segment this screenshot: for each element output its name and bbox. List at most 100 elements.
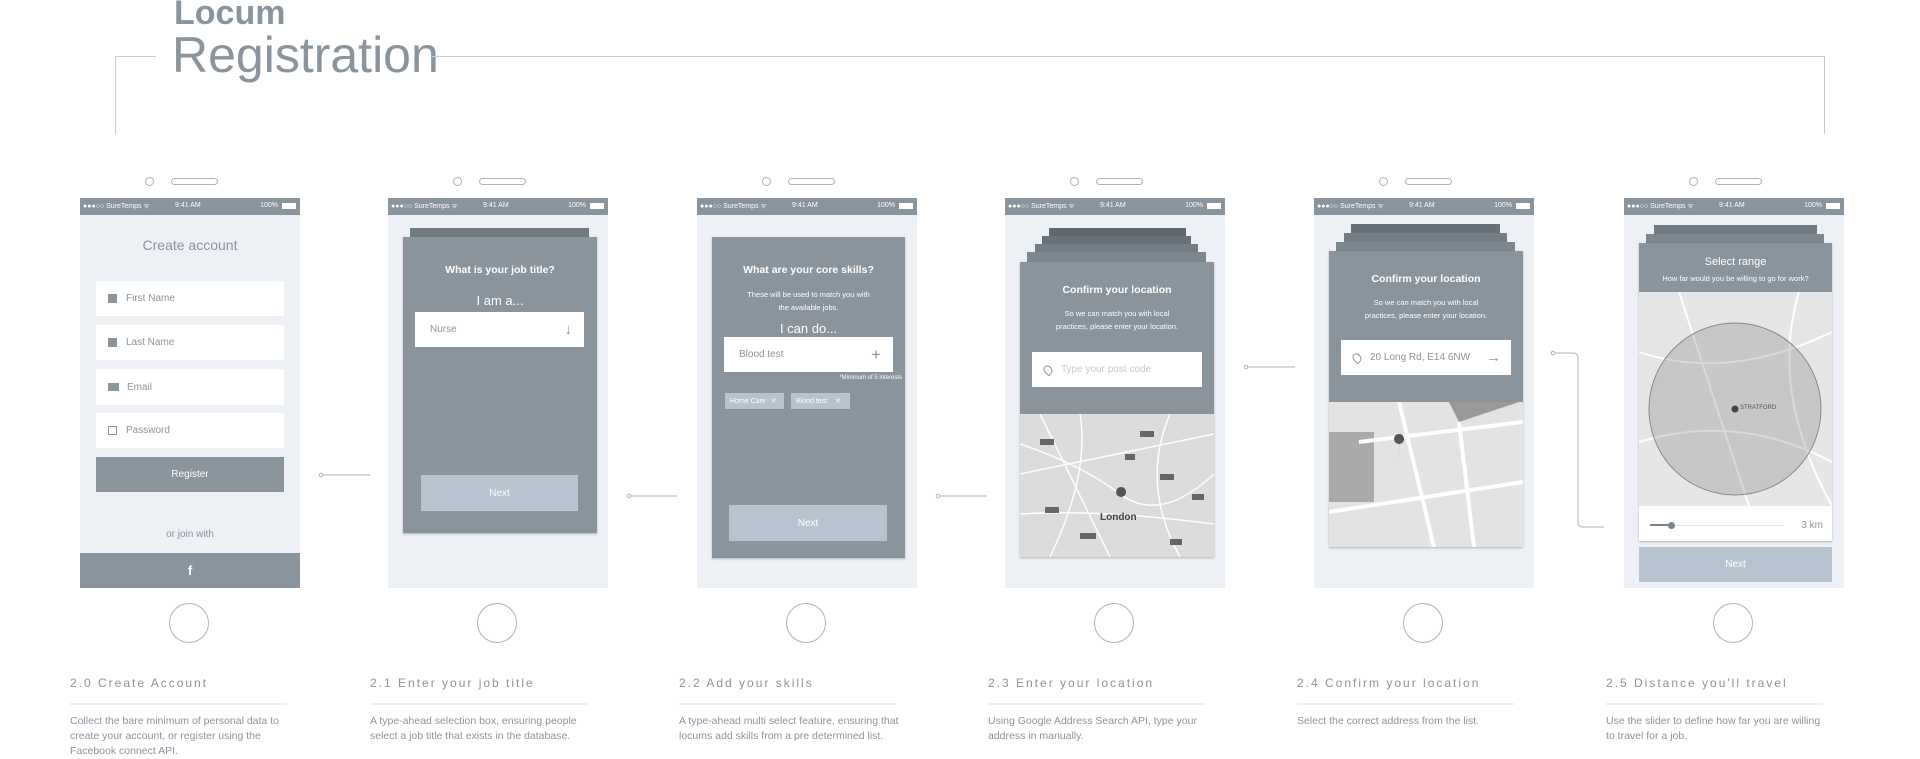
camera: [453, 177, 462, 186]
battery-icon: [1516, 203, 1530, 209]
camera: [1070, 177, 1079, 186]
camera: [145, 177, 154, 186]
slider-handle[interactable]: [1667, 522, 1675, 529]
email-field[interactable]: Email: [96, 369, 284, 405]
lock-icon: [108, 426, 117, 435]
status-bar: ●●●○○ SureTemps ᯤ 9:41 AM 100%: [697, 198, 917, 215]
speaker: [1096, 178, 1143, 185]
battery-level: 100%: [1804, 202, 1822, 209]
home-button[interactable]: [1403, 603, 1443, 643]
next-button[interactable]: Next: [421, 475, 578, 511]
battery-level: 100%: [1494, 202, 1512, 209]
card-title: Select range: [1704, 256, 1767, 268]
arrow-down-icon: ↓: [564, 321, 573, 338]
map-label: STRATFORD: [1740, 405, 1777, 411]
register-button[interactable]: Register: [96, 457, 284, 492]
password-field[interactable]: Password: [96, 413, 284, 448]
carrier: ●●●○○ SureTemps ᯤ: [83, 203, 150, 210]
map-street[interactable]: [1329, 402, 1523, 547]
battery-icon: [1207, 203, 1221, 209]
speaker: [479, 178, 526, 185]
camera: [762, 177, 771, 186]
card-stack: [1344, 233, 1507, 242]
card-title: Confirm your location: [1371, 273, 1481, 285]
battery-icon: [282, 203, 296, 209]
speaker: [171, 178, 218, 185]
job-card: What is your job title? I am a... Nurse ↓…: [403, 237, 597, 533]
placeholder: Last Name: [126, 337, 175, 348]
facebook-button[interactable]: f: [80, 553, 300, 588]
step-title: 2.1 Enter your job title: [370, 676, 535, 690]
address-value: 20 Long Rd, E14 6NW: [1370, 352, 1471, 363]
screen: ●●●○○ SureTemps ᯤ 9:41 AM 100% Confirm you…: [1005, 198, 1225, 588]
carrier: ●●●○○ SureTemps ᯤ: [1317, 203, 1384, 210]
battery-level: 100%: [568, 202, 586, 209]
first-name-field[interactable]: First Name: [96, 281, 284, 316]
step-text: Select the correct address from the list…: [1297, 715, 1480, 727]
placeholder: Email: [127, 381, 153, 393]
battery-level: 100%: [260, 202, 278, 209]
map-range[interactable]: STRATFORD: [1639, 292, 1832, 506]
divider: [70, 703, 287, 705]
remove-icon[interactable]: ✕: [835, 397, 841, 405]
arrow-right-icon[interactable]: →: [1486, 349, 1501, 366]
map-roads: [1329, 402, 1523, 547]
home-button[interactable]: [477, 603, 517, 643]
divider: [1606, 703, 1823, 705]
status-bar: ●●●○○ SureTemps ᯤ 9:41 AM 100%: [1624, 198, 1844, 215]
phone-create-account: ●●●○○ SureTemps ᯤ 9:41 AM 100% Create acco…: [80, 0, 300, 754]
home-button[interactable]: [1094, 603, 1134, 643]
plus-icon[interactable]: +: [871, 345, 881, 365]
step-text: Using Google Address Search API, type yo…: [988, 715, 1197, 742]
phone-skills: ●●●○○ SureTemps ᯤ 9:41 AM 100% What are yo…: [697, 0, 917, 754]
location-card: Confirm your location So we can match yo…: [1020, 262, 1214, 557]
time: 9:41 AM: [483, 202, 509, 209]
remove-icon[interactable]: ✕: [771, 397, 777, 405]
range-value: 3 km: [1801, 520, 1823, 531]
battery-icon: [590, 203, 604, 209]
status-bar: ●●●○○ SureTemps ᯤ 9:41 AM 100%: [1314, 198, 1534, 215]
camera: [1689, 177, 1698, 186]
screen: ●●●○○ SureTemps ᯤ 9:41 AM 100% Create acco…: [80, 198, 300, 588]
step-text: A type-ahead multi select feature, ensur…: [679, 715, 899, 742]
home-button[interactable]: [169, 603, 209, 643]
time: 9:41 AM: [792, 202, 818, 209]
person-icon: [108, 338, 117, 347]
card-stack: [1027, 252, 1206, 262]
skill-chip[interactable]: Home Care ✕: [725, 393, 784, 409]
placeholder: First Name: [126, 293, 175, 304]
battery-icon: [1826, 203, 1840, 209]
job-title-select[interactable]: Nurse ↓: [415, 312, 584, 347]
card-subtitle: So we can match you with local practices…: [1055, 309, 1179, 331]
carrier: ●●●○○ SureTemps ᯤ: [391, 203, 458, 210]
phone-enter-location: ●●●○○ SureTemps ᯤ 9:41 AM 100% Confirm you…: [1005, 0, 1225, 754]
map-london[interactable]: London: [1020, 414, 1214, 557]
speaker: [1405, 178, 1452, 185]
next-button[interactable]: Next: [1639, 547, 1832, 582]
screen: ●●●○○ SureTemps ᯤ 9:41 AM 100% Confirm you…: [1314, 198, 1534, 588]
home-button[interactable]: [786, 603, 826, 643]
card-stack: [1351, 224, 1500, 233]
battery-level: 100%: [1185, 202, 1203, 209]
next-button[interactable]: Next: [729, 505, 887, 541]
card-stack: [1654, 225, 1817, 234]
card-stack: [410, 228, 589, 237]
prompt: I am a...: [476, 293, 524, 308]
step-title: 2.4 Confirm your location: [1297, 676, 1481, 690]
screen: ●●●○○ SureTemps ᯤ 9:41 AM 100% What is you…: [388, 198, 608, 588]
minimum-note: *Minimum of 5 interests: [839, 375, 902, 381]
map-roads: [1020, 414, 1214, 557]
phone-job-title: ●●●○○ SureTemps ᯤ 9:41 AM 100% What is you…: [388, 0, 608, 754]
screen: ●●●○○ SureTemps ᯤ 9:41 AM 100% Select rang…: [1624, 198, 1844, 588]
battery-level: 100%: [877, 202, 895, 209]
card-stack: [1336, 242, 1515, 251]
card-title: Confirm your location: [1062, 284, 1172, 296]
address-result[interactable]: 20 Long Rd, E14 6NW →: [1341, 340, 1511, 375]
or-join-with: or join with: [166, 529, 214, 540]
last-name-field[interactable]: Last Name: [96, 325, 284, 360]
speaker: [1715, 178, 1762, 185]
skills-input[interactable]: Blood test +: [724, 337, 893, 372]
skill-chip[interactable]: Blood test ✕: [791, 393, 850, 409]
postcode-input[interactable]: Type your post code: [1032, 352, 1202, 387]
home-button[interactable]: [1713, 603, 1753, 643]
